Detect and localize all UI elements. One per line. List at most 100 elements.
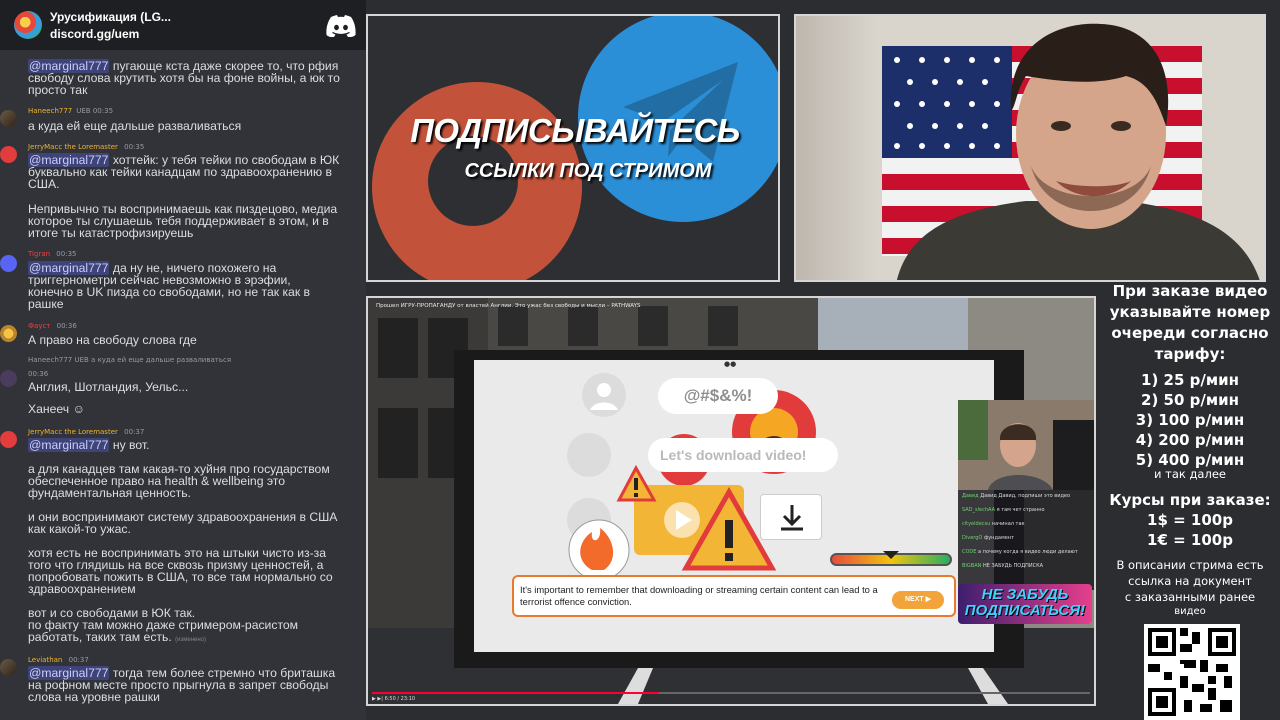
rate-line: 1$ = 100р [1147,511,1233,529]
rates-title: Курсы при заказе: [1109,491,1271,509]
mention[interactable]: @marginal777 [28,438,110,452]
server-icon [14,11,42,39]
message-line: здравоохранением [28,582,136,596]
message-text: ну вот. [112,438,150,452]
message-text: работать, таких там есть. [28,630,172,644]
message-line: буквально как тейки канадцам по здравоох… [28,165,332,179]
timestamp: 00:36 [28,370,49,378]
mini-chat-line: DivergO фундамент [962,535,1015,541]
mini-webcam [958,400,1094,490]
rate-line: 1€ = 100р [1147,531,1233,549]
window-controls-icon[interactable]: ●● [724,360,736,368]
next-button-label: NEXT [905,596,924,603]
tariff-line: 1) 25 р/мин [1141,371,1239,389]
avatar[interactable] [0,431,17,448]
reply-preview[interactable]: Haneech777 UEB а куда ей еще дальше разв… [28,356,231,364]
description-line: с заказанными ранее [1124,590,1256,604]
message-line: итоге ты катастрофизируешь [28,226,194,240]
message-meta: Tigran 00:35 [28,250,76,258]
mini-chat-line: SAD_slechAA я там чет странно [962,507,1045,513]
avatar[interactable] [0,255,17,272]
username[interactable]: JerryMacc the Loremaster [28,428,118,436]
info-line: очереди согласно [1111,324,1269,342]
player-controls[interactable]: ▶ ▶| 6:50 / 23:10 [372,696,415,702]
promo-title: ПОДПИСЫВАЙТЕСЬ [410,112,740,149]
timestamp: 00:35 [124,143,145,151]
avatar[interactable] [0,370,17,387]
username[interactable]: Haneech777 [28,107,72,115]
mini-chat: Давид Давид Давид, подпиши это видео SAD… [958,490,1094,590]
speech-bubble-symbols: @#$&%! [658,378,778,414]
message-line: работать, таких там есть. (изменено) [28,631,366,646]
message-text: Ханееч [28,402,70,416]
mini-chat-line: cityeldecsu начинал так [962,521,1025,527]
message-line: @marginal777 ну вот. [28,438,366,452]
avatar[interactable] [0,325,17,342]
message-line: фундаментальная ценность. [28,486,191,500]
subscribe-banner-text: НЕ ЗАБУДЬ ПОДПИСАТЬСЯ! [964,586,1086,619]
username[interactable]: JerryMacc the Loremaster [28,143,118,151]
risk-meter-pointer [883,551,899,559]
message-line: США. [28,177,60,191]
message-line: слова на уровне рашки [28,690,160,704]
server-invite[interactable]: discord.gg/uem [50,27,139,41]
message-meta: JerryMacc the Loremaster 00:35 [28,143,144,151]
discord-header: Урусификация (LG... discord.gg/uem [0,0,366,50]
avatar[interactable] [0,659,17,676]
message-list[interactable]: @marginal777 пугающе кста даже скорее то… [0,56,366,720]
tariff-line: 4) 200 р/мин [1135,431,1245,449]
promo-subtitle: ССЫЛКИ ПОД СТРИМОМ [464,160,712,182]
speech-bubble-download: Let's download video! [648,438,838,472]
message-line: а куда ей еще дальше разваливаться [28,119,242,133]
download-icon [760,494,822,540]
description-line: В описании стрима есть [1116,558,1264,572]
timestamp: 00:36 [56,322,77,330]
tariff-line: 2) 50 р/мин [1141,391,1239,409]
message-meta: Leviathan 00:37 [28,656,89,664]
edited-marker: (изменено) [175,637,206,643]
message-meta: Фауст 00:36 [28,322,77,330]
avatar[interactable] [0,146,17,163]
tariff-etc: и так далее [1154,467,1226,481]
message-line: рашке [28,297,64,311]
avatar[interactable] [0,110,17,127]
timestamp: 00:35 [56,250,77,258]
username[interactable]: Фауст [28,322,50,330]
discord-chat-panel: Урусификация (LG... discord.gg/uem @marg… [0,0,366,720]
mini-chat-line: CODE а почему когда я видео люди делают [962,549,1078,555]
mini-chat-line: BIGBAN НЕ ЗАБУДЬ ПОДПИСКА [962,563,1044,569]
mini-chat-line: Давид Давид Давид, подпиши это видео [962,493,1071,499]
next-button[interactable]: NEXT ▶ [892,591,944,609]
info-line: тарифу: [1154,345,1226,363]
video-panel[interactable]: Прошел ИГРУ-ПРОПАГАНДУ от властей Англии… [366,296,1096,706]
timestamp: 00:37 [124,428,145,436]
qr-code-icon [1144,624,1240,720]
download-arrow-icon [781,505,803,531]
promo-panel: ПОДПИСЫВАЙТЕСЬ ССЫЛКИ ПОД СТРИМОМ [366,14,780,282]
warning-text: It's important to remember that download… [520,584,878,607]
info-line: При заказе видео [1112,282,1268,300]
discord-logo-icon [326,15,356,37]
info-line: указывайте номер [1109,303,1271,321]
tariff-line: 3) 100 р/мин [1135,411,1245,429]
progress-fill [372,692,660,694]
message-line: Ханееч ☺ [28,403,366,415]
message-meta: Haneech777 UEB 00:35 [28,107,113,115]
message-line: А право на свободу слова где [28,333,197,347]
username[interactable]: Tigran [28,250,50,258]
video-title[interactable]: Прошел ИГРУ-ПРОПАГАНДУ от властей Англии… [376,303,640,309]
mini-webcam-image [958,400,1094,490]
timestamp: 00:35 [92,107,114,115]
username[interactable]: Leviathan [28,656,62,664]
message-line: просто так [28,83,88,97]
qr-code-pattern [1144,624,1240,720]
role-badge: UEB [76,107,91,115]
message-line: конечно в UK пизда со свободами, но не т… [28,285,311,299]
emoji-icon: ☺ [72,402,85,416]
server-name: Урусификация (LG... [50,10,171,24]
play-icon[interactable]: ▶ ▶| [372,696,383,702]
message-line: Англия, Шотландия, Уельс... [28,380,189,394]
webcam-panel [794,14,1266,282]
message-line: как какой-то ужас. [28,522,131,536]
description-line: ссылка на документ [1128,574,1252,588]
